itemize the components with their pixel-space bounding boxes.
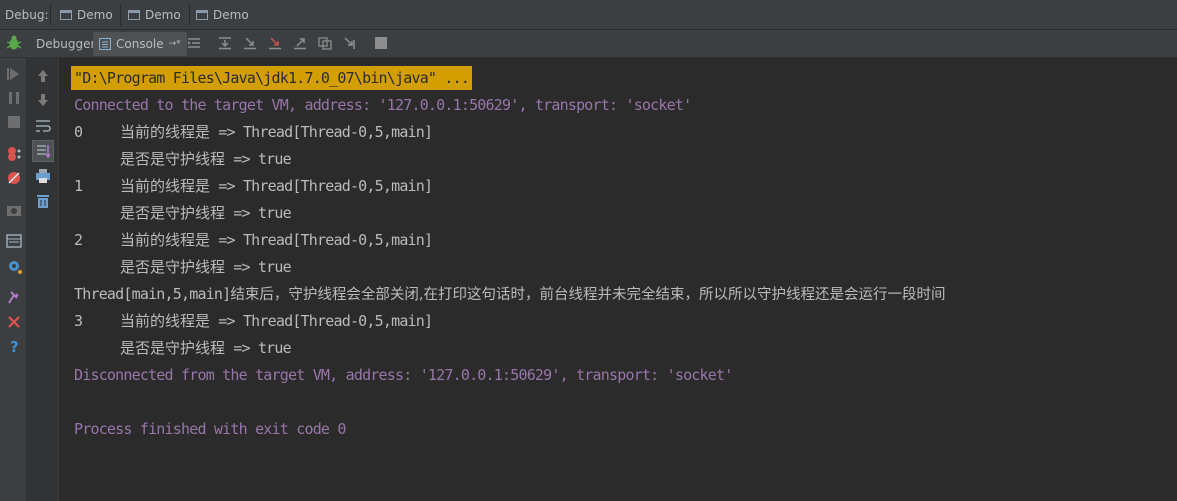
window-icon	[196, 10, 208, 20]
thread-value: => Thread[Thread-0,5,main]	[210, 231, 433, 249]
tab-debugger-label: Debugger	[36, 37, 96, 51]
debug-session-bar: Debug: Demo Demo Demo	[0, 0, 1177, 30]
thread-value: => Thread[Thread-0,5,main]	[210, 312, 433, 330]
arrow-up-icon[interactable]	[35, 68, 51, 84]
thread-label: 当前的线程是	[120, 231, 211, 249]
arrow-down-icon[interactable]	[35, 92, 51, 108]
tab-separator	[50, 4, 51, 26]
run-tab-label: Demo	[213, 8, 249, 22]
restore-layout-icon[interactable]	[6, 233, 22, 249]
process-finished-message: Process finished with exit code 0	[74, 420, 346, 438]
run-tab-demo-2[interactable]: Demo	[124, 4, 187, 26]
daemon-label: 是否是守护线程	[120, 150, 226, 168]
daemon-value: => true	[225, 150, 291, 168]
pin-icon: →*	[168, 39, 181, 49]
daemon-line: 是否是守护线程 => true	[74, 336, 292, 360]
tab-debugger[interactable]: Debugger	[31, 32, 100, 56]
scroll-to-end-toggle[interactable]	[32, 140, 54, 162]
scroll-to-end-icon	[37, 145, 51, 159]
step-into-icon[interactable]	[243, 36, 257, 50]
entry-index: 0	[74, 123, 83, 141]
window-icon	[128, 10, 140, 20]
thread-label: 当前的线程是	[120, 123, 211, 141]
run-tab-label: Demo	[145, 8, 181, 22]
tab-separator	[189, 4, 190, 26]
main-end-prefix: Thread[main,5,main]	[74, 285, 231, 303]
run-tab-demo-3[interactable]: Demo	[192, 4, 255, 26]
debug-actions-gutter: ?	[0, 58, 27, 501]
camera-icon[interactable]	[6, 202, 22, 218]
run-to-cursor-icon[interactable]	[343, 36, 357, 50]
entry-index: 2	[74, 231, 83, 249]
close-icon[interactable]	[6, 314, 22, 330]
print-icon[interactable]	[35, 168, 51, 184]
daemon-value: => true	[225, 339, 291, 357]
thread-line: 1 当前的线程是 => Thread[Thread-0,5,main]	[74, 174, 433, 198]
step-over-icon[interactable]	[218, 36, 232, 50]
stop-icon[interactable]	[6, 114, 22, 130]
daemon-value: => true	[225, 204, 291, 222]
thread-value: => Thread[Thread-0,5,main]	[210, 177, 433, 195]
show-execution-point-icon[interactable]	[187, 36, 201, 50]
thread-value: => Thread[Thread-0,5,main]	[210, 123, 433, 141]
daemon-label: 是否是守护线程	[120, 258, 226, 276]
main-end-text: 结束后，守护线程会全部关闭,在打印这句话时，前台线程并未完全结束，所以所以守护线…	[230, 287, 946, 303]
step-out-icon[interactable]	[293, 36, 307, 50]
view-breakpoints-icon[interactable]	[6, 146, 22, 162]
soft-wrap-icon[interactable]	[35, 118, 51, 134]
thread-line: 2 当前的线程是 => Thread[Thread-0,5,main]	[74, 228, 433, 252]
debug-label: Debug:	[5, 8, 49, 22]
tab-console-label: Console	[116, 37, 164, 51]
clear-all-icon[interactable]	[35, 193, 51, 209]
console-output[interactable]: "D:\Program Files\Java\jdk1.7.0_07\bin\j…	[60, 58, 1177, 501]
thread-line: 0 当前的线程是 => Thread[Thread-0,5,main]	[74, 120, 433, 144]
connected-message: Connected to the target VM, address: '12…	[74, 96, 692, 114]
thread-line: 3 当前的线程是 => Thread[Thread-0,5,main]	[74, 309, 433, 333]
debug-toolbar: Debugger Console →*	[0, 30, 1177, 58]
pause-icon[interactable]	[6, 90, 22, 106]
tab-console[interactable]: Console →*	[93, 32, 187, 56]
run-tab-demo-1[interactable]: Demo	[56, 4, 119, 26]
run-tab-label: Demo	[77, 8, 113, 22]
svg-text:?: ?	[10, 338, 19, 354]
thread-label: 当前的线程是	[120, 312, 211, 330]
daemon-line: 是否是守护线程 => true	[74, 201, 292, 225]
entry-index: 1	[74, 177, 83, 195]
pin-tab-icon[interactable]	[6, 290, 22, 306]
daemon-value: => true	[225, 258, 291, 276]
daemon-line: 是否是守护线程 => true	[74, 147, 292, 171]
bug-icon	[6, 35, 22, 50]
window-icon	[60, 10, 72, 20]
console-actions-gutter	[27, 58, 59, 501]
daemon-label: 是否是守护线程	[120, 339, 226, 357]
daemon-line: 是否是守护线程 => true	[74, 255, 292, 279]
console-icon	[99, 38, 111, 50]
command-line: "D:\Program Files\Java\jdk1.7.0_07\bin\j…	[71, 66, 473, 90]
entry-index: 3	[74, 312, 83, 330]
settings-icon[interactable]	[6, 258, 22, 274]
daemon-label: 是否是守护线程	[120, 204, 226, 222]
mute-breakpoints-icon[interactable]	[6, 170, 22, 186]
main-thread-end-message: Thread[main,5,main]结束后，守护线程会全部关闭,在打印这句话时…	[74, 282, 946, 306]
drop-frame-icon[interactable]	[318, 36, 332, 50]
tab-separator	[120, 4, 121, 26]
force-step-into-icon[interactable]	[268, 36, 282, 50]
thread-label: 当前的线程是	[120, 177, 211, 195]
evaluate-expression-icon[interactable]	[374, 36, 388, 50]
resume-icon[interactable]	[6, 66, 22, 82]
disconnected-message: Disconnected from the target VM, address…	[74, 366, 733, 384]
help-icon[interactable]: ?	[6, 338, 22, 354]
